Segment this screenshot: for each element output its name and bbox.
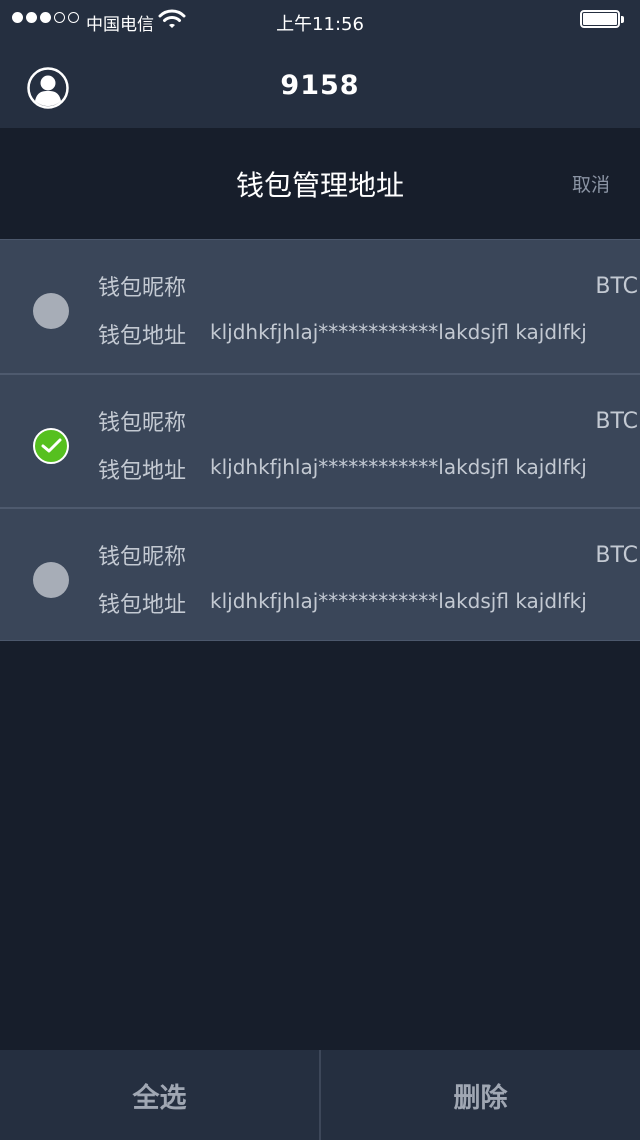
wallet-nickname: 钱包昵称: [98, 276, 187, 301]
wallet-coin: BTC: [595, 409, 638, 434]
delete-button[interactable]: 删除: [321, 1050, 640, 1140]
wallet-nickname: 钱包昵称: [98, 545, 187, 570]
wallet-nickname: 钱包昵称: [98, 411, 187, 436]
bottom-action-bar: 全选 删除: [0, 1050, 640, 1140]
wallet-list: 钱包昵称 BTC 钱包地址 kljdhkfjhlaj************la…: [0, 239, 640, 641]
wallet-address: kljdhkfjhlaj************lakdsjfl kajdlfk…: [210, 589, 587, 613]
wallet-coin: BTC: [595, 543, 638, 568]
cancel-button[interactable]: 取消: [572, 170, 610, 197]
status-bar: 中国电信 上午11:56: [0, 0, 640, 40]
wallet-row[interactable]: 钱包昵称 BTC 钱包地址 kljdhkfjhlaj************la…: [0, 239, 640, 373]
wallet-address: kljdhkfjhlaj************lakdsjfl kajdlfk…: [210, 455, 587, 479]
wallet-address-label: 钱包地址: [98, 459, 187, 484]
wallet-coin: BTC: [595, 274, 638, 299]
unchecked-radio-icon[interactable]: [33, 293, 69, 329]
wallet-address-label: 钱包地址: [98, 593, 187, 618]
top-bar: 中国电信 上午11:56 9158: [0, 0, 640, 128]
wallet-row[interactable]: 钱包昵称 BTC 钱包地址 kljdhkfjhlaj************la…: [0, 507, 640, 641]
select-all-button[interactable]: 全选: [0, 1050, 319, 1140]
page-title: 钱包管理地址: [235, 169, 404, 202]
wallet-address: kljdhkfjhlaj************lakdsjfl kajdlfk…: [210, 320, 587, 344]
page-header: 钱包管理地址 取消: [0, 128, 640, 238]
wallet-row[interactable]: 钱包昵称 BTC 钱包地址 kljdhkfjhlaj************la…: [0, 373, 640, 507]
status-time: 上午11:56: [276, 14, 364, 35]
checked-radio-icon[interactable]: [33, 428, 69, 464]
battery-icon: [580, 10, 624, 30]
unchecked-radio-icon[interactable]: [33, 562, 69, 598]
app-title: 9158: [280, 70, 360, 101]
wallet-address-label: 钱包地址: [98, 324, 187, 349]
